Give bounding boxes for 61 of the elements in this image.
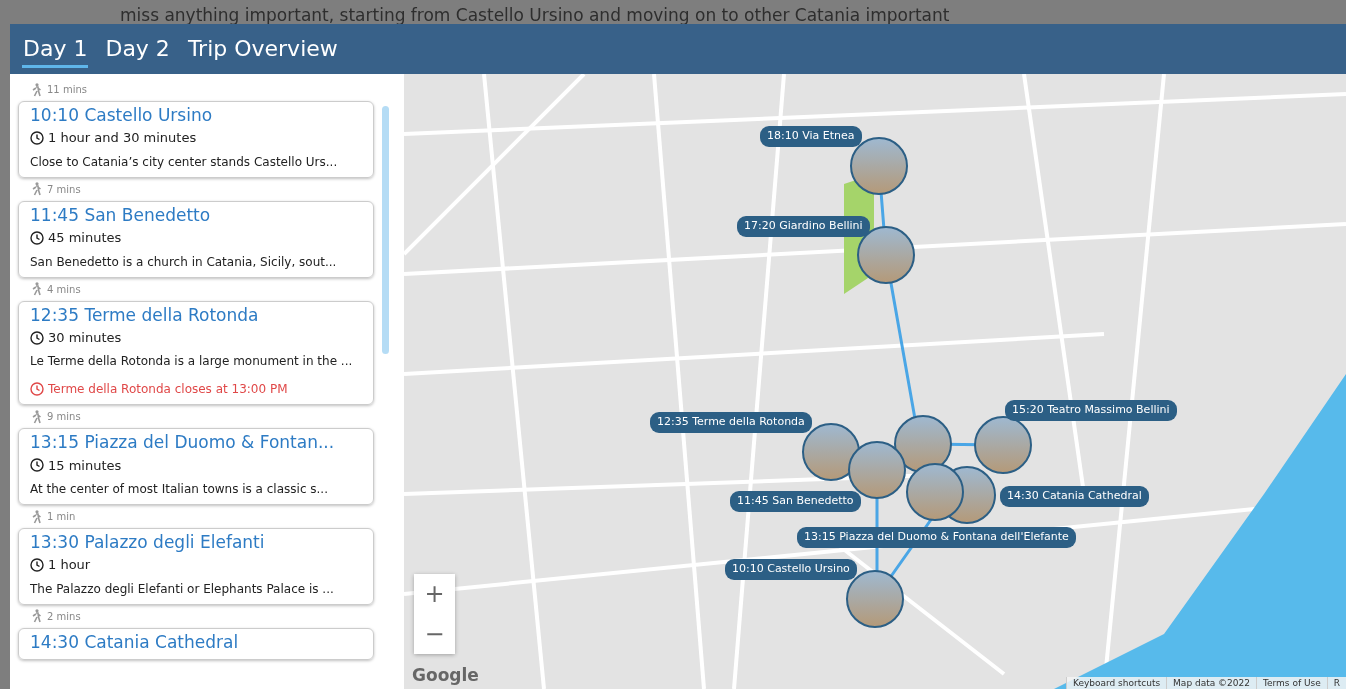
clock-icon: [30, 558, 44, 572]
place-title: 14:30 Catania Cathedral: [30, 631, 240, 653]
clock-icon: [30, 458, 44, 473]
tab[interactable]: Day 2: [104, 36, 171, 68]
itinerary-card[interactable]: 11:45 San Benedetto 45 minutes San Benedetto is a church in Catania, Sicily, sout...: [18, 200, 374, 278]
description-text: The Palazzo degli Elefanti or Elephants Palace is ...: [30, 580, 335, 598]
walking-time: 4 mins: [47, 282, 81, 297]
description-text: Close to Catania’s city center stands Castello Urs...: [30, 153, 339, 171]
place-title: 12:35 Terme della Rotonda: [30, 304, 260, 326]
walking-time: 1 min: [47, 510, 76, 524]
duration-text: 30 minutes: [48, 328, 122, 347]
walking-person-icon: [32, 509, 41, 524]
itinerary-card[interactable]: 12:35 Terme della Rotonda 30 minutes Le Terme della Rotonda is a large monument in the ... Terme della Rotonda closes at 13:00 PM: [18, 300, 374, 406]
itinerary-card[interactable]: 14:30 Catania Cathedral: [18, 627, 374, 660]
clock-icon: [30, 230, 44, 245]
attribution-link[interactable]: Terms of Use: [1256, 677, 1327, 689]
marker-label: 18:10 Via Etnea: [760, 126, 862, 147]
place-title: 13:30 Palazzo degli Elefanti: [30, 532, 266, 554]
place-title: 10:10 Castello Ursino: [30, 105, 214, 127]
map-logo: Google: [412, 663, 479, 687]
background-text: miss anything important, starting from Castello Ursino and moving on to other Catania important: [120, 4, 950, 27]
duration-text: 1 hour and 30 minutes: [48, 129, 197, 148]
description-text: San Benedetto is a church in Catania, Sicily, sout...: [30, 253, 338, 271]
walking-person-icon: [32, 609, 41, 624]
duration-text: 45 minutes: [48, 229, 122, 247]
duration-text: 15 minutes: [48, 456, 122, 475]
marker-label: 12:35 Terme della Rotonda: [650, 412, 812, 433]
walking-person-icon: [32, 82, 41, 97]
zoom-out-button[interactable]: −: [414, 614, 455, 654]
attribution-link[interactable]: R: [1326, 677, 1346, 689]
clock-icon: [30, 131, 44, 145]
walking-time: 2 mins: [47, 609, 81, 624]
marker-label: 10:10 Castello Ursino: [725, 559, 857, 580]
marker-label: 17:20 Giardino Bellini: [737, 216, 870, 237]
marker-label: 13:15 Piazza del Duomo & Fontana dell'Elefante: [797, 527, 1076, 548]
walking-person-icon: [32, 282, 41, 296]
zoom-in-button[interactable]: +: [414, 574, 455, 614]
itinerary-card[interactable]: 10:10 Castello Ursino 1 hour and 30 minutes Close to Catania’s city center stands Castello Urs...: [18, 101, 374, 178]
walking-person-icon: [32, 409, 41, 424]
clock-icon: [30, 382, 44, 397]
scrollbar[interactable]: [382, 106, 389, 354]
closing-warning: Terme della Rotonda closes at 13:00 PM: [48, 381, 288, 399]
walking-time: 7 mins: [47, 182, 81, 197]
description-text: Le Terme della Rotonda is a large monument in the ...: [30, 353, 354, 371]
place-title: 13:15 Piazza del Duomo & Fontan...: [30, 432, 336, 454]
attribution-link[interactable]: Keyboard shortcuts: [1065, 677, 1167, 689]
tab[interactable]: Day 1: [22, 36, 89, 68]
duration-text: 1 hour: [48, 556, 91, 575]
place-title: 11:45 San Benedetto: [30, 204, 212, 226]
walking-time: 11 mins: [47, 83, 87, 97]
description-text: At the center of most Italian towns is a classic s...: [30, 481, 329, 498]
tab[interactable]: Trip Overview: [186, 36, 339, 68]
walking-person-icon: [32, 182, 41, 197]
walking-time: 9 mins: [47, 410, 81, 425]
marker-label: 14:30 Catania Cathedral: [1000, 486, 1149, 507]
marker-label: 15:20 Teatro Massimo Bellini: [1005, 400, 1177, 421]
clock-icon: [30, 330, 44, 345]
marker-label: 11:45 San Benedetto: [730, 491, 861, 512]
attribution-link[interactable]: Map data ©2022: [1166, 677, 1256, 689]
itinerary-card[interactable]: 13:30 Palazzo degli Elefanti 1 hour The Palazzo degli Elefanti or Elephants Palace is ...: [18, 528, 374, 605]
itinerary-card[interactable]: 13:15 Piazza del Duomo & Fontan... 15 minutes At the center of most Italian towns is a classic s...: [18, 428, 374, 505]
